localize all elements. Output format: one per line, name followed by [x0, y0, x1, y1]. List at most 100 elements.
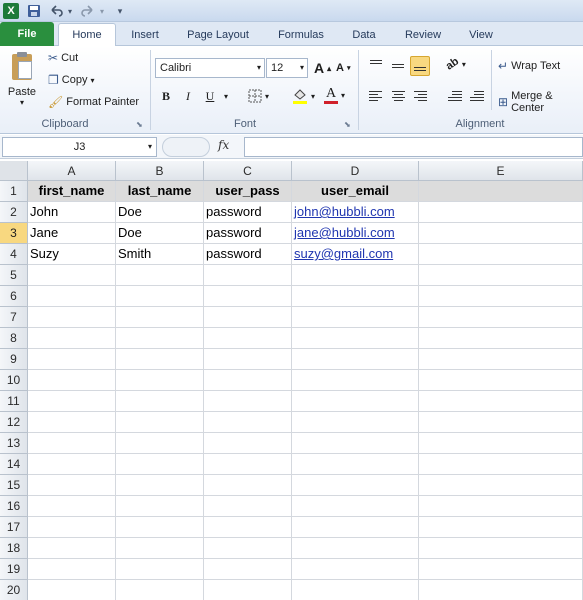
cell-d12[interactable]	[292, 412, 419, 433]
cell-e11[interactable]	[419, 391, 583, 412]
cell-d3[interactable]: jane@hubbli.com	[292, 223, 419, 244]
row-header-20[interactable]: 20	[0, 580, 28, 600]
increase-indent-icon[interactable]	[466, 86, 486, 106]
cell-e14[interactable]	[419, 454, 583, 475]
row-header-9[interactable]: 9	[0, 349, 28, 370]
cell-d18[interactable]	[292, 538, 419, 559]
cell-a7[interactable]	[28, 307, 116, 328]
cell-c18[interactable]	[204, 538, 292, 559]
cell-a5[interactable]	[28, 265, 116, 286]
cell-a9[interactable]	[28, 349, 116, 370]
cell-c15[interactable]	[204, 475, 292, 496]
column-header-c[interactable]: C	[204, 161, 292, 181]
cell-d2[interactable]: john@hubbli.com	[292, 202, 419, 223]
column-header-b[interactable]: B	[116, 161, 204, 181]
shrink-font-icon[interactable]: A ▾	[336, 62, 350, 74]
cut-button[interactable]: ✂ Cut	[48, 52, 78, 64]
row-header-6[interactable]: 6	[0, 286, 28, 307]
row-header-8[interactable]: 8	[0, 328, 28, 349]
cell-e20[interactable]	[419, 580, 583, 600]
row-header-3[interactable]: 3	[0, 223, 28, 244]
row-header-13[interactable]: 13	[0, 433, 28, 454]
row-header-15[interactable]: 15	[0, 475, 28, 496]
italic-button[interactable]: I	[178, 86, 198, 106]
redo-dropdown-icon[interactable]: ▾	[98, 3, 106, 19]
cell-c11[interactable]	[204, 391, 292, 412]
wrap-text-button[interactable]: ↵ Wrap Text	[498, 60, 560, 72]
cell-a18[interactable]	[28, 538, 116, 559]
cell-c7[interactable]	[204, 307, 292, 328]
cell-a4[interactable]: Suzy	[28, 244, 116, 265]
cell-e19[interactable]	[419, 559, 583, 580]
excel-app-icon[interactable]: X	[3, 3, 19, 19]
cell-d13[interactable]	[292, 433, 419, 454]
align-right-icon[interactable]	[410, 86, 430, 106]
orientation-icon[interactable]: ab ▾	[444, 55, 466, 72]
customize-icon[interactable]: ▾	[114, 3, 126, 19]
cell-e8[interactable]	[419, 328, 583, 349]
format-painter-button[interactable]: 🖌 Format Painter	[48, 96, 139, 108]
undo-icon[interactable]	[48, 3, 64, 19]
cell-d11[interactable]	[292, 391, 419, 412]
tab-insert[interactable]: Insert	[122, 24, 168, 46]
clipboard-launcher-icon[interactable]: ⬊	[136, 120, 143, 129]
cell-b7[interactable]	[116, 307, 204, 328]
cell-c4[interactable]: password	[204, 244, 292, 265]
cell-b3[interactable]: Doe	[116, 223, 204, 244]
cell-e18[interactable]	[419, 538, 583, 559]
cell-c10[interactable]	[204, 370, 292, 391]
cell-e17[interactable]	[419, 517, 583, 538]
row-header-5[interactable]: 5	[0, 265, 28, 286]
cell-c14[interactable]	[204, 454, 292, 475]
paste-button[interactable]: Paste ▾	[4, 50, 40, 112]
cell-a14[interactable]	[28, 454, 116, 475]
cell-d14[interactable]	[292, 454, 419, 475]
name-box[interactable]: J3 ▾	[2, 137, 157, 157]
cell-c19[interactable]	[204, 559, 292, 580]
save-icon[interactable]	[26, 3, 42, 19]
merge-center-button[interactable]: ⊞ Merge & Center	[498, 90, 583, 114]
cell-b6[interactable]	[116, 286, 204, 307]
cell-a3[interactable]: Jane	[28, 223, 116, 244]
cell-a15[interactable]	[28, 475, 116, 496]
spreadsheet-grid[interactable]: ABCDE 1 first_name last_name user_pass user_…	[0, 161, 583, 600]
tab-review[interactable]: Review	[398, 24, 448, 46]
cell-b5[interactable]	[116, 265, 204, 286]
font-color-icon[interactable]: A ▾	[324, 87, 345, 104]
bold-button[interactable]: B	[156, 86, 176, 106]
row-header-12[interactable]: 12	[0, 412, 28, 433]
cell-d19[interactable]	[292, 559, 419, 580]
grow-font-icon[interactable]: A ▴	[314, 60, 331, 76]
cell-e16[interactable]	[419, 496, 583, 517]
cell-e10[interactable]	[419, 370, 583, 391]
align-left-icon[interactable]	[366, 86, 386, 106]
row-header-11[interactable]: 11	[0, 391, 28, 412]
cell-d17[interactable]	[292, 517, 419, 538]
cell-d6[interactable]	[292, 286, 419, 307]
tab-data[interactable]: Data	[344, 24, 384, 46]
row-header-7[interactable]: 7	[0, 307, 28, 328]
cell-e6[interactable]	[419, 286, 583, 307]
cell-b19[interactable]	[116, 559, 204, 580]
borders-icon[interactable]: ▾	[248, 89, 269, 103]
cell-a20[interactable]	[28, 580, 116, 600]
cell-b10[interactable]	[116, 370, 204, 391]
align-middle-icon[interactable]	[388, 56, 408, 76]
cell-a17[interactable]	[28, 517, 116, 538]
cell-e4[interactable]	[419, 244, 583, 265]
cell-c5[interactable]	[204, 265, 292, 286]
row-header-4[interactable]: 4	[0, 244, 28, 265]
cell-b20[interactable]	[116, 580, 204, 600]
row-header-19[interactable]: 19	[0, 559, 28, 580]
cell-e7[interactable]	[419, 307, 583, 328]
underline-button[interactable]: U	[200, 86, 220, 106]
cell-b17[interactable]	[116, 517, 204, 538]
cell-e1[interactable]	[419, 181, 583, 202]
cell-d15[interactable]	[292, 475, 419, 496]
cell-a2[interactable]: John	[28, 202, 116, 223]
cell-a6[interactable]	[28, 286, 116, 307]
cell-c20[interactable]	[204, 580, 292, 600]
cell-d10[interactable]	[292, 370, 419, 391]
row-header-18[interactable]: 18	[0, 538, 28, 559]
align-top-icon[interactable]	[366, 56, 386, 76]
